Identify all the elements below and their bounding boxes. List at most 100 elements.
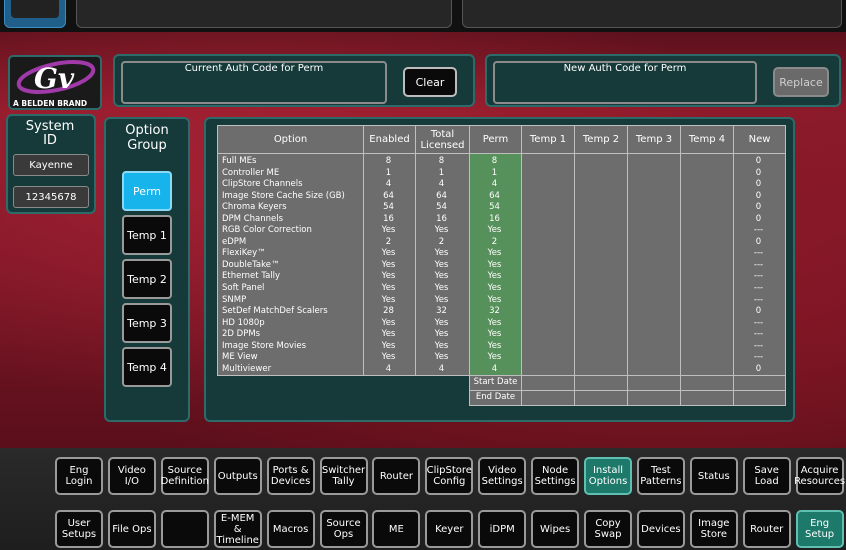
clear-button[interactable]: Clear bbox=[403, 67, 457, 97]
nav-button-outputs[interactable]: Outputs bbox=[213, 457, 262, 495]
group-button-temp-1[interactable]: Temp 1 bbox=[122, 215, 172, 255]
new-auth-field[interactable] bbox=[493, 61, 757, 104]
header-temp-4: Temp 4 bbox=[680, 125, 734, 154]
option-name: Controller ME bbox=[222, 167, 280, 178]
nav-button-acquire-resources[interactable]: Acquire Resources bbox=[794, 457, 845, 495]
new-value: --- bbox=[753, 259, 764, 270]
nav-button-eng-setup[interactable]: Eng Setup bbox=[795, 510, 844, 548]
new-value: --- bbox=[753, 294, 764, 305]
replace-button[interactable]: Replace bbox=[773, 67, 829, 97]
temp-4-end-date[interactable] bbox=[680, 390, 734, 407]
enabled-value: 16 bbox=[383, 213, 394, 224]
new-value: 0 bbox=[755, 213, 762, 224]
temp-4-column[interactable] bbox=[680, 152, 734, 377]
option-name: 2D DPMs bbox=[222, 329, 261, 340]
temp-3-column[interactable] bbox=[627, 152, 681, 377]
new-value: --- bbox=[753, 271, 764, 282]
nav-button-video-settings[interactable]: Video Settings bbox=[478, 457, 527, 495]
new-value: 0 bbox=[755, 190, 762, 201]
nav-button-router[interactable]: Router bbox=[742, 510, 791, 548]
nav-button-keyer[interactable]: Keyer bbox=[425, 510, 474, 548]
new-value: --- bbox=[753, 352, 764, 363]
temp-1-start-date[interactable] bbox=[521, 375, 575, 392]
nav-button-status[interactable]: Status bbox=[689, 457, 738, 495]
group-button-temp-4[interactable]: Temp 4 bbox=[122, 347, 172, 387]
enabled-value: 54 bbox=[383, 202, 394, 213]
nav-button-image-store[interactable]: Image Store bbox=[689, 510, 738, 548]
nav-button-source-definition[interactable]: Source Definition bbox=[161, 457, 209, 495]
temp-3-end-date[interactable] bbox=[627, 390, 681, 407]
enabled-value: Yes bbox=[381, 340, 396, 351]
current-auth-field[interactable] bbox=[121, 61, 387, 104]
option-name: Full MEs bbox=[222, 156, 257, 166]
nav-button-test-patterns[interactable]: Test Patterns bbox=[636, 457, 685, 495]
nav-button-user-setups[interactable]: User Setups bbox=[55, 510, 103, 548]
option-name: Soft Panel bbox=[222, 283, 265, 294]
nav-button-eng-login[interactable]: Eng Login bbox=[55, 457, 103, 495]
new-value: --- bbox=[753, 329, 764, 340]
new-value: --- bbox=[753, 248, 764, 259]
top-panel-left bbox=[76, 0, 452, 28]
nav-button-router[interactable]: Router bbox=[372, 457, 421, 495]
nav-button-clipstore-config[interactable]: ClipStore Config bbox=[425, 457, 474, 495]
nav-button-switcher-tally[interactable]: Switcher Tally bbox=[319, 457, 368, 495]
temp-3-start-date[interactable] bbox=[627, 375, 681, 392]
nav-button-wipes[interactable]: Wipes bbox=[531, 510, 580, 548]
end-date-label: End Date bbox=[469, 390, 522, 407]
option-name: SNMP bbox=[222, 294, 247, 305]
system-number-field: 12345678 bbox=[13, 186, 89, 208]
perm-value: 16 bbox=[489, 213, 500, 224]
nav-button-source-ops[interactable]: Source Ops bbox=[319, 510, 368, 548]
nav-button-save-load[interactable]: Save Load bbox=[742, 457, 791, 495]
nav-button-e-mem-timeline[interactable]: E-MEM & Timeline bbox=[213, 510, 262, 548]
nav-button-node-settings[interactable]: Node Settings bbox=[531, 457, 580, 495]
nav-button-me[interactable]: ME bbox=[372, 510, 421, 548]
header-perm: Perm bbox=[469, 125, 522, 154]
nav-button-macros[interactable]: Macros bbox=[266, 510, 315, 548]
perm-value: 2 bbox=[491, 236, 498, 247]
nav-button-devices[interactable]: Devices bbox=[636, 510, 685, 548]
nav-button-install-options[interactable]: Install Options bbox=[584, 457, 632, 495]
logo-box: Gv A BELDEN BRAND bbox=[8, 55, 102, 110]
header-enabled: Enabled bbox=[363, 125, 416, 154]
total-column: 8 1 4 64 54 16 Yes 2 Yes Yes Yes Yes Yes 32 Yes Yes Yes Y… bbox=[415, 152, 470, 377]
enabled-value: 8 bbox=[385, 156, 392, 166]
total-value: 4 bbox=[438, 179, 445, 190]
nav-button-file-ops[interactable]: File Ops bbox=[107, 510, 156, 548]
total-value: Yes bbox=[434, 225, 449, 236]
enabled-value: 1 bbox=[385, 167, 392, 178]
temp-4-start-date[interactable] bbox=[680, 375, 734, 392]
total-value: 2 bbox=[438, 236, 445, 247]
nav-button-ports-devices[interactable]: Ports & Devices bbox=[266, 457, 315, 495]
nav-button-copy-swap[interactable]: Copy Swap bbox=[584, 510, 632, 548]
total-value: Yes bbox=[434, 340, 449, 351]
header-temp-1: Temp 1 bbox=[521, 125, 575, 154]
group-button-perm[interactable]: Perm bbox=[122, 171, 172, 211]
temp-1-end-date[interactable] bbox=[521, 390, 575, 407]
option-name: Ethernet Tally bbox=[222, 271, 281, 282]
option-name: Image Store Movies bbox=[222, 340, 307, 351]
nav-button-video-i-o[interactable]: Video I/O bbox=[107, 457, 156, 495]
total-value: 54 bbox=[436, 202, 447, 213]
temp-2-column[interactable] bbox=[574, 152, 628, 377]
perm-value: Yes bbox=[487, 259, 502, 270]
temp-2-start-date[interactable] bbox=[574, 375, 628, 392]
enabled-column: 8 1 4 64 54 16 Yes 2 Yes Yes Yes Yes Yes 28 Yes Yes Yes Y… bbox=[363, 152, 416, 377]
temp-2-end-date[interactable] bbox=[574, 390, 628, 407]
enabled-value: 4 bbox=[385, 179, 392, 190]
group-button-temp-2[interactable]: Temp 2 bbox=[122, 259, 172, 299]
top-tab-button[interactable] bbox=[4, 0, 66, 28]
nav-button-empty-2[interactable] bbox=[160, 510, 209, 548]
total-value: 16 bbox=[436, 213, 447, 224]
temp-1-column[interactable] bbox=[521, 152, 575, 377]
enabled-value: Yes bbox=[381, 329, 396, 340]
option-name: ME View bbox=[222, 352, 258, 363]
new-value: --- bbox=[753, 283, 764, 294]
nav-button-idpm[interactable]: iDPM bbox=[478, 510, 527, 548]
perm-value: Yes bbox=[487, 271, 502, 282]
option-name: DPM Channels bbox=[222, 213, 284, 224]
new-value: 0 bbox=[755, 202, 762, 213]
group-button-temp-3[interactable]: Temp 3 bbox=[122, 303, 172, 343]
total-value: Yes bbox=[434, 283, 449, 294]
total-value: Yes bbox=[434, 248, 449, 259]
